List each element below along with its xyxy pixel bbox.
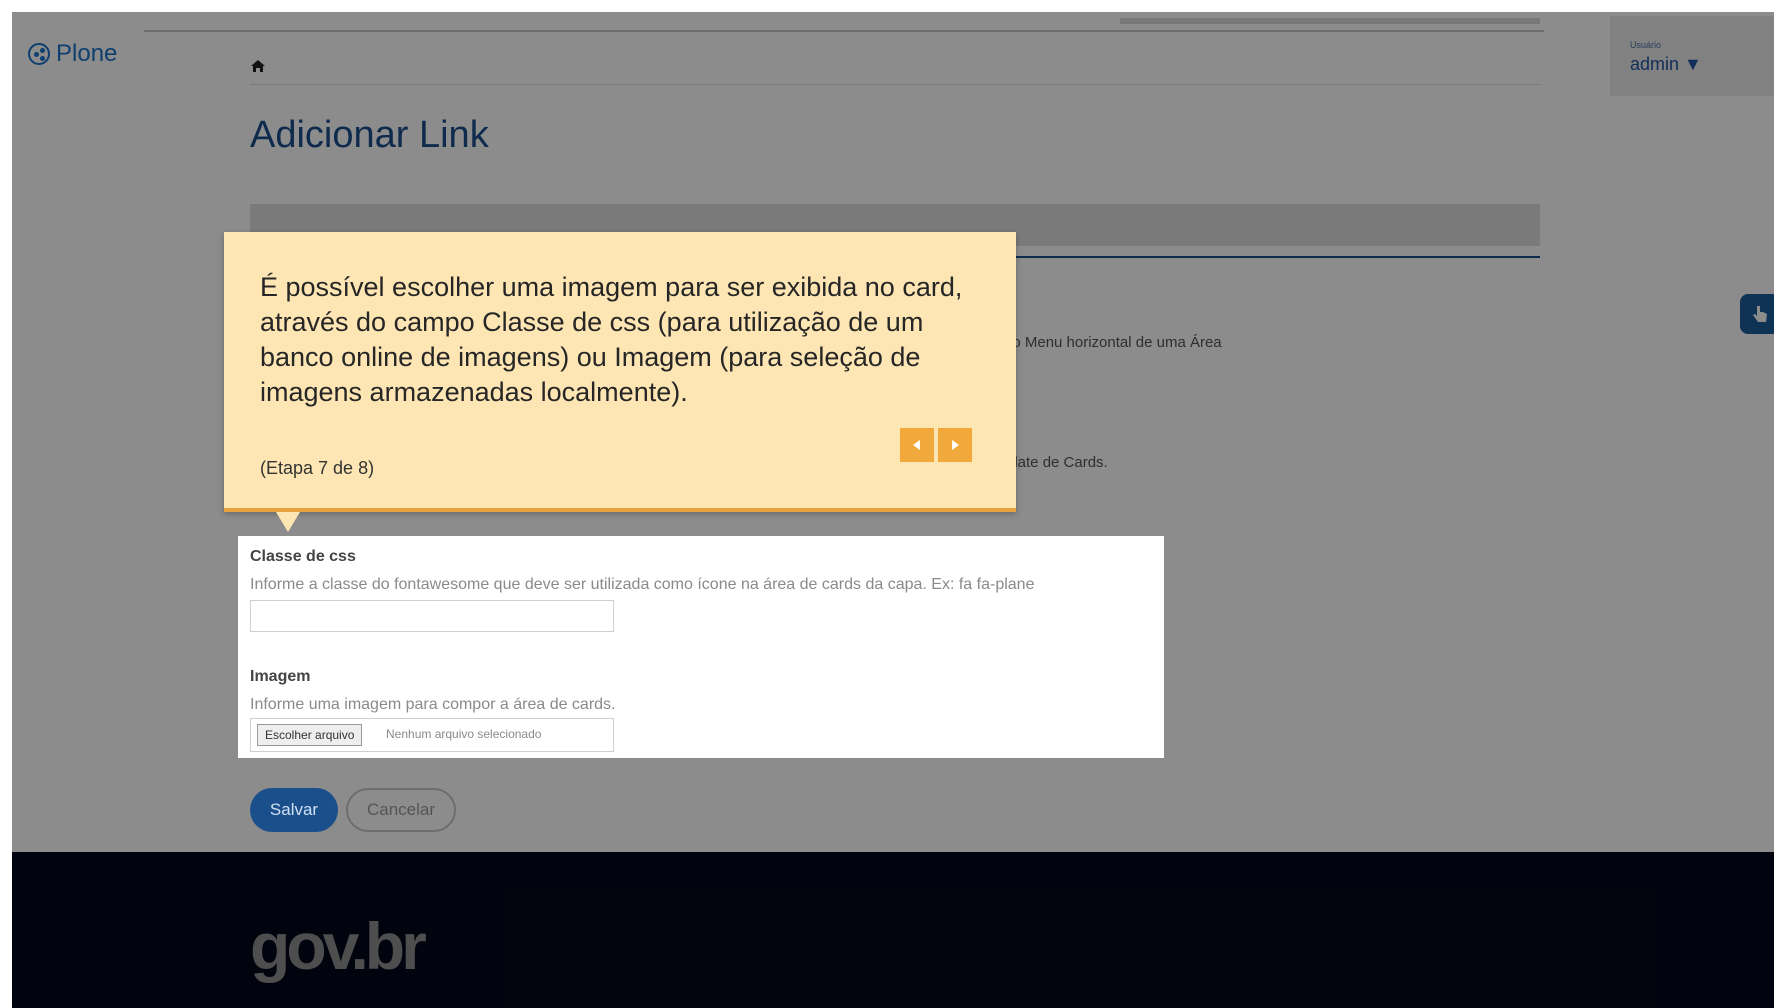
cancel-button[interactable]: Cancelar: [346, 788, 456, 832]
image-label: Imagem: [250, 668, 311, 685]
tooltip-next-button[interactable]: [938, 428, 972, 462]
arrow-right-icon: [952, 440, 959, 450]
browser-frame: Plone Usuário admin ▼ Adicionar Link do …: [12, 12, 1774, 1008]
css-class-help: Informe a classe do fontawesome que deve…: [250, 576, 1035, 593]
tooltip-step: (Etapa 7 de 8): [260, 458, 375, 478]
save-button[interactable]: Salvar: [250, 788, 338, 832]
file-status: Nenhum arquivo selecionado: [386, 727, 542, 741]
tour-tooltip: É possível escolher uma imagem para ser …: [224, 232, 1016, 532]
choose-file-button[interactable]: Escolher arquivo: [257, 724, 363, 746]
tooltip-prev-button[interactable]: [900, 428, 934, 462]
css-class-input[interactable]: [250, 600, 614, 632]
arrow-left-icon: [913, 440, 920, 450]
image-help: Informe uma imagem para compor a área de…: [250, 696, 616, 713]
tooltip-text: É possível escolher uma imagem para ser …: [260, 272, 963, 407]
image-file-input[interactable]: Escolher arquivo Nenhum arquivo selecion…: [250, 718, 614, 752]
css-class-label: Classe de css: [250, 548, 356, 565]
